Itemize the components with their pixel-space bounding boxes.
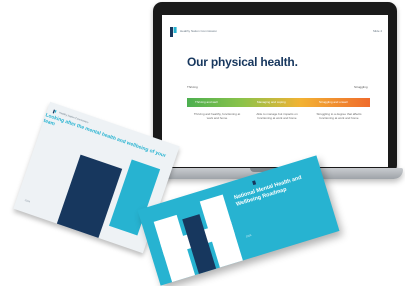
brochure-front-title: National Mental Health and Wellbeing Roa… xyxy=(233,174,303,208)
segment-label: Managing and coping xyxy=(257,100,286,104)
product-mockup-scene: Healthy Nation Commission Slide 4 Our ph… xyxy=(0,0,405,286)
scale-left-label: Thriving xyxy=(187,85,198,89)
segment-description: Able to manage but impacts on functionin… xyxy=(256,112,298,120)
health-continuum-bar: Thriving and well Managing and coping St… xyxy=(187,98,370,107)
segment-label: Thriving and well xyxy=(195,100,218,104)
brochure-logo-icon xyxy=(52,109,57,114)
segment-label: Struggling and unwell xyxy=(319,100,348,104)
brochure-logo-icon xyxy=(252,180,257,186)
company-logo-icon xyxy=(170,27,177,37)
slide-logo-text: Healthy Nation Commission xyxy=(180,29,218,33)
scale-right-label: Struggling xyxy=(354,85,368,89)
segment-description: Struggling to a degree that affects func… xyxy=(316,112,362,120)
segment-description: Thriving and healthy, functioning at wor… xyxy=(193,112,241,120)
brochure-navy-shape xyxy=(48,154,123,254)
slide-page-number: Slide 4 xyxy=(372,29,382,33)
laptop-screen: Healthy Nation Commission Slide 4 Our ph… xyxy=(162,15,388,167)
slide-title: Our physical health. xyxy=(187,55,298,69)
brochure-front-footer: 2024 xyxy=(245,233,252,239)
brochure-back-footer: 2024 xyxy=(24,198,31,204)
